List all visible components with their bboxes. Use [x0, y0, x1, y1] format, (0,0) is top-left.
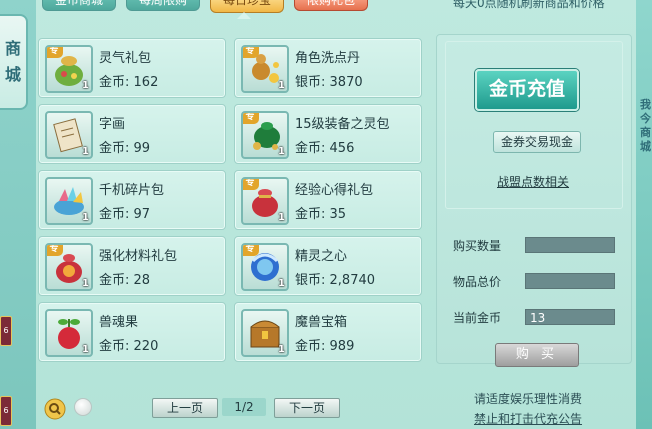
item-card[interactable]: 专 1 15级装备之灵包 金币: 456 — [234, 104, 422, 164]
item-quantity: 1 — [278, 212, 285, 223]
item-quantity: 1 — [278, 344, 285, 355]
item-name: 兽魂果 — [99, 315, 139, 330]
total-price-field — [525, 273, 615, 289]
item-name: 魔兽宝箱 — [295, 315, 348, 330]
item-card[interactable]: 专 1 经验心得礼包 金币: 35 — [234, 170, 422, 230]
anti-proxy-notice-link[interactable]: 禁止和打击代充公告 — [474, 410, 582, 427]
item-quantity: 1 — [278, 146, 285, 157]
item-quantity: 1 — [82, 212, 89, 223]
item-card[interactable]: 专 1 灵气礼包 金币: 162 — [38, 38, 226, 98]
gold-recharge-button[interactable]: 金币充值 — [475, 69, 579, 111]
item-price: 金币: 99 — [99, 141, 151, 156]
shop-side-tab[interactable]: 商 城 — [0, 14, 28, 110]
special-badge: 专 — [47, 245, 63, 256]
item-quantity: 1 — [82, 344, 89, 355]
item-icon-frame: 1 — [45, 177, 93, 225]
item-price: 银币: 2,8740 — [295, 273, 376, 288]
tab-bar: 金币商城 每周限购 每日珍宝 限购礼包 — [42, 0, 369, 13]
item-quantity: 1 — [82, 146, 89, 157]
item-icon-frame: 1 — [241, 309, 289, 357]
refresh-note: 每天0点随机刷新商品和价格 — [453, 0, 605, 10]
item-name: 经验心得礼包 — [295, 183, 374, 198]
item-card[interactable]: 专 1 强化材料礼包 金币: 28 — [38, 236, 226, 296]
left-badge[interactable]: 6 — [0, 396, 12, 426]
item-icon-frame: 1 — [45, 111, 93, 159]
item-price: 银币: 3870 — [295, 75, 363, 90]
toggle-dot-icon[interactable] — [74, 398, 92, 416]
item-name: 15级装备之灵包 — [295, 117, 390, 132]
alliance-points-link[interactable]: 战盟点数相关 — [497, 173, 569, 190]
buy-button[interactable]: 购 买 — [495, 343, 579, 367]
quantity-label: 购买数量 — [453, 239, 502, 253]
item-name: 角色洗点丹 — [295, 51, 361, 66]
total-price-label: 物品总价 — [453, 275, 502, 289]
special-badge: 专 — [243, 47, 259, 58]
item-quantity: 1 — [278, 80, 285, 91]
item-icon-frame: 专 1 — [241, 243, 289, 291]
active-tab-pointer — [237, 12, 251, 19]
item-price: 金币: 35 — [295, 207, 347, 222]
item-price: 金币: 220 — [99, 339, 159, 354]
item-card[interactable]: 1 千机碎片包 金币: 97 — [38, 170, 226, 230]
tab-gold-shop[interactable]: 金币商城 — [42, 0, 117, 11]
left-badge[interactable]: 6 — [0, 316, 12, 346]
purchase-panel: 金币充值 金券交易现金 战盟点数相关 购买数量 物品总价 当前金币 13 购 买 — [436, 34, 632, 367]
search-icon[interactable] — [44, 398, 66, 420]
item-name: 强化材料礼包 — [99, 249, 178, 264]
tab-limited-gift[interactable]: 限购礼包 — [294, 0, 369, 11]
item-icon-frame: 专 1 — [241, 45, 289, 93]
item-icon-frame: 专 1 — [241, 177, 289, 225]
item-quantity: 1 — [82, 278, 89, 289]
item-card[interactable]: 1 字画 金币: 99 — [38, 104, 226, 164]
page-indicator: 1/2 — [222, 398, 266, 416]
prev-page-button[interactable]: 上一页 — [152, 398, 218, 418]
item-card[interactable]: 专 1 精灵之心 银币: 2,8740 — [234, 236, 422, 296]
side-tab-char: 商 — [4, 39, 21, 58]
tab-weekly-limit[interactable]: 每周限购 — [126, 0, 201, 11]
item-price: 金币: 28 — [99, 273, 151, 288]
item-quantity: 1 — [278, 278, 285, 289]
special-badge: 专 — [47, 47, 63, 58]
right-side-label: 我 今 商 城 — [640, 98, 651, 153]
item-name: 灵气礼包 — [99, 51, 152, 66]
item-icon-frame: 专 1 — [45, 243, 93, 291]
item-price: 金币: 162 — [99, 75, 159, 90]
item-price: 金币: 97 — [99, 207, 151, 222]
item-grid: 专 1 灵气礼包 金币: 162 专 1 角色洗点丹 银币: 3870 1 字画… — [36, 36, 428, 364]
side-tab-char: 城 — [4, 65, 21, 84]
right-side-strip — [636, 0, 652, 429]
item-icon-frame: 专 1 — [241, 111, 289, 159]
current-gold-field: 13 — [525, 309, 615, 325]
item-name: 字画 — [99, 117, 126, 132]
special-badge: 专 — [243, 179, 259, 190]
item-quantity: 1 — [82, 80, 89, 91]
item-icon-frame: 专 1 — [45, 45, 93, 93]
item-icon-frame: 1 — [45, 309, 93, 357]
item-card[interactable]: 1 兽魂果 金币: 220 — [38, 302, 226, 362]
item-card[interactable]: 专 1 角色洗点丹 银币: 3870 — [234, 38, 422, 98]
voucher-exchange-button[interactable]: 金券交易现金 — [493, 131, 581, 153]
quantity-input[interactable] — [525, 237, 615, 253]
item-name: 千机碎片包 — [99, 183, 165, 198]
next-page-button[interactable]: 下一页 — [274, 398, 340, 418]
special-badge: 专 — [243, 113, 259, 124]
special-badge: 专 — [243, 245, 259, 256]
item-card[interactable]: 1 魔兽宝箱 金币: 989 — [234, 302, 422, 362]
moderation-notice: 请适度娱乐理性消费 — [474, 392, 583, 406]
item-price: 金币: 989 — [295, 339, 355, 354]
current-gold-label: 当前金币 — [453, 311, 502, 325]
item-price: 金币: 456 — [295, 141, 355, 156]
item-name: 精灵之心 — [295, 249, 348, 264]
